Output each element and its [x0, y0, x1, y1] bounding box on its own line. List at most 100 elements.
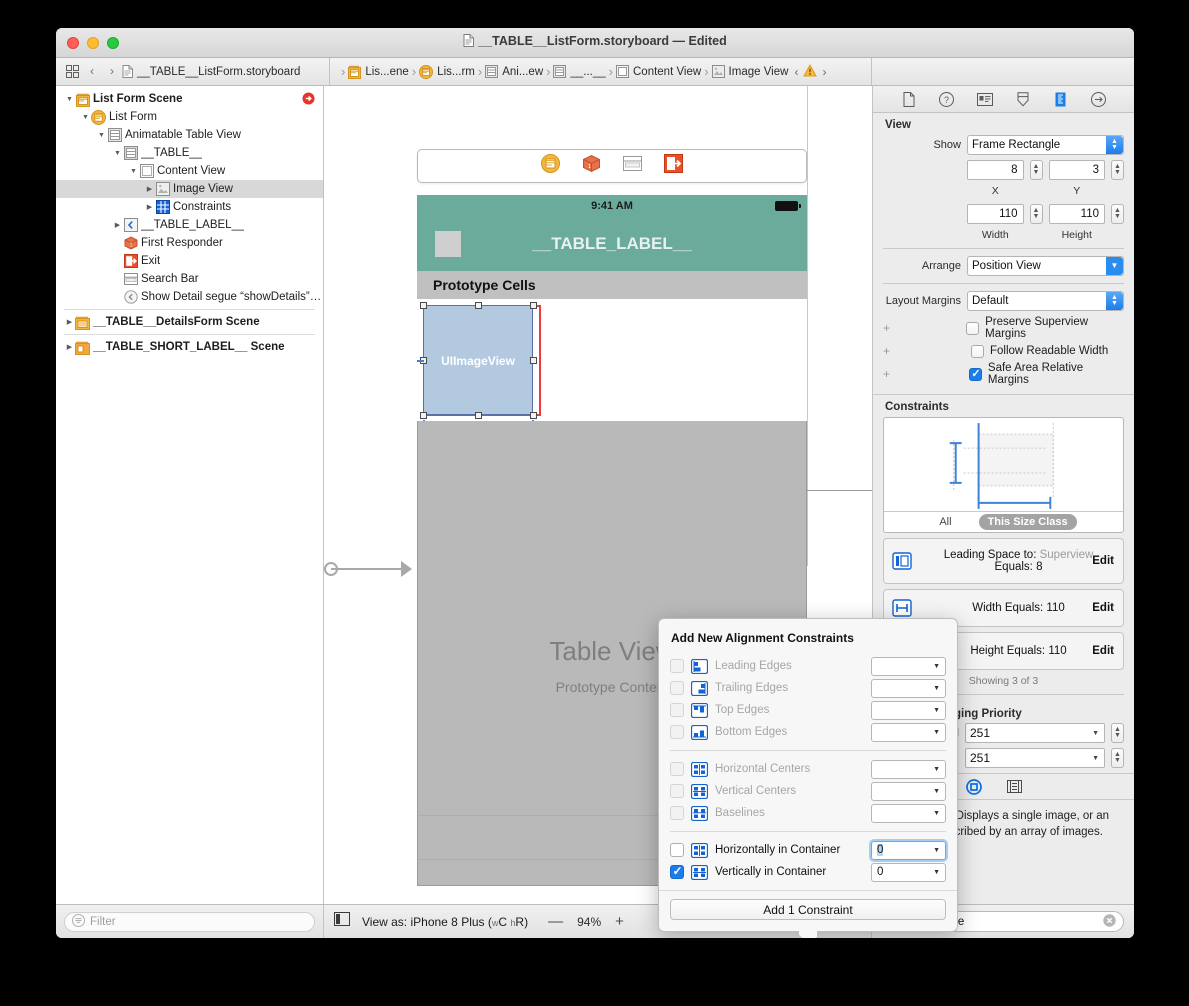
disclosure-triangle-right-icon[interactable]: ▶	[144, 203, 155, 211]
layout-margins-popup-button[interactable]: Default ▲ ▼	[967, 291, 1124, 311]
disclosure-triangle-down-icon[interactable]: ▼	[112, 150, 123, 157]
popover-row-horizontal-centers[interactable]: Horizontal Centers ▼	[659, 758, 957, 780]
horizontally-in-container-checkbox[interactable]	[670, 843, 684, 857]
breadcrumb-item-3[interactable]: Ani...ew	[485, 65, 543, 78]
popover-row-top-edges[interactable]: Top Edges ▼	[659, 699, 957, 721]
resize-handle-tr[interactable]	[530, 302, 537, 309]
toggle-outline-button[interactable]	[334, 912, 350, 931]
width-stepper[interactable]: ▲ ▼	[1029, 204, 1043, 224]
resize-handle-tl[interactable]	[420, 302, 427, 309]
exit-icon[interactable]	[664, 154, 683, 178]
file-inspector-icon[interactable]	[900, 90, 918, 108]
search-bar-icon[interactable]	[623, 155, 642, 177]
hugging-horizontal-stepper[interactable]: ▲ ▼	[1111, 723, 1124, 743]
disclosure-triangle-down-icon[interactable]: ▼	[80, 114, 91, 121]
back-button[interactable]: ‹	[82, 63, 102, 81]
disclosure-triangle-right-icon[interactable]: ▶	[64, 343, 75, 351]
edit-constraint-button[interactable]: Edit	[1092, 602, 1114, 614]
safe-area-relative-margins-checkbox[interactable]	[968, 367, 982, 381]
add-variation-icon[interactable]: +	[883, 367, 895, 381]
edit-constraint-button[interactable]: Edit	[1092, 555, 1114, 567]
resize-handle-mr[interactable]	[530, 357, 537, 364]
width-field[interactable]: 110	[967, 204, 1024, 224]
arrange-popup-button[interactable]: Position View ▼	[967, 256, 1124, 276]
prototype-cell[interactable]: UIImageView	[417, 299, 807, 421]
popover-row-vertically-in-container[interactable]: Vertically in Container 0 ▼	[659, 861, 957, 883]
clear-icon[interactable]	[1103, 913, 1116, 930]
constraints-diagram[interactable]	[884, 418, 1123, 511]
popover-row-bottom-edges[interactable]: Bottom Edges ▼	[659, 721, 957, 743]
outline-row-content-view[interactable]: ▼ Content View	[56, 162, 323, 180]
constraints-tab-this-size-class[interactable]: This Size Class	[978, 514, 1077, 530]
view-as-control[interactable]: View as: iPhone 8 Plus (wC hR)	[362, 915, 528, 929]
hugging-vertical-stepper[interactable]: ▲ ▼	[1111, 748, 1124, 768]
top-edges-value[interactable]: ▼	[871, 700, 946, 720]
navigator-grid-icon[interactable]	[62, 63, 82, 81]
outline-row-first-responder[interactable]: 1 First Responder	[56, 234, 323, 252]
selected-image-view[interactable]: UIImageView	[423, 305, 533, 415]
nav-bar-left-item[interactable]	[435, 231, 461, 257]
bottom-edges-value[interactable]: ▼	[871, 722, 946, 742]
outline-row-exit[interactable]: Exit	[56, 252, 323, 270]
vertically-in-container-value[interactable]: 0 ▼	[871, 862, 946, 882]
baselines-checkbox[interactable]	[670, 806, 684, 820]
navigation-bar[interactable]: __TABLE_LABEL__	[417, 217, 807, 271]
top-edges-checkbox[interactable]	[670, 703, 684, 717]
warning-triangle-icon[interactable]	[803, 63, 818, 80]
outline-row-table-label[interactable]: ▶ __TABLE_LABEL__	[56, 216, 323, 234]
size-inspector-icon[interactable]	[1052, 90, 1070, 108]
zoom-value[interactable]: 94%	[577, 915, 601, 929]
vertical-centers-checkbox[interactable]	[670, 784, 684, 798]
preserve-superview-margins-checkbox[interactable]	[966, 321, 980, 335]
resize-handle-bm[interactable]	[475, 412, 482, 419]
media-library-icon[interactable]	[1006, 778, 1023, 795]
resize-handle-tm[interactable]	[475, 302, 482, 309]
outline-row-image-view[interactable]: ▶ Image View	[56, 180, 323, 198]
resize-handle-bl[interactable]	[420, 412, 427, 419]
height-stepper[interactable]: ▲ ▼	[1111, 204, 1124, 224]
horizontally-in-container-value[interactable]: 0 ▼	[869, 838, 948, 862]
y-stepper[interactable]: ▲ ▼	[1111, 160, 1124, 180]
bottom-edges-checkbox[interactable]	[670, 725, 684, 739]
edit-constraint-button[interactable]: Edit	[1092, 645, 1114, 657]
popover-row-baselines[interactable]: Baselines ▼	[659, 802, 957, 824]
constraints-tab-all[interactable]: All	[930, 514, 960, 530]
breadcrumb-item-4[interactable]: __...__	[553, 65, 606, 78]
breadcrumb-item-2[interactable]: Lis...rm	[419, 64, 475, 79]
outline-row-list-form-scene[interactable]: ▼ List Form Scene	[56, 90, 323, 108]
trailing-edges-checkbox[interactable]	[670, 681, 684, 695]
outline-row-segue[interactable]: Show Detail segue “showDetails” t...	[56, 288, 323, 306]
identity-inspector-icon[interactable]	[976, 90, 994, 108]
add-variation-icon[interactable]: +	[883, 321, 894, 335]
disclosure-triangle-right-icon[interactable]: ▶	[112, 221, 123, 229]
vertically-in-container-checkbox[interactable]	[670, 864, 684, 879]
forward-button[interactable]: ›	[102, 63, 122, 81]
outline-row-animatable-table-view[interactable]: ▼ Animatable Table View	[56, 126, 323, 144]
breadcrumb-item-5[interactable]: Content View	[616, 65, 701, 78]
add-variation-icon[interactable]: +	[883, 344, 895, 358]
breadcrumb-item-6[interactable]: Image View	[711, 65, 788, 78]
hugging-horizontal-combo[interactable]: 251 ▼	[965, 723, 1105, 743]
connections-inspector-icon[interactable]	[1090, 90, 1108, 108]
horizontal-centers-value[interactable]: ▼	[871, 759, 946, 779]
disclosure-triangle-right-icon[interactable]: ▶	[64, 318, 75, 326]
disclosure-triangle-down-icon[interactable]: ▼	[128, 168, 139, 175]
baselines-value[interactable]: ▼	[871, 803, 946, 823]
hugging-vertical-combo[interactable]: 251 ▼	[965, 748, 1105, 768]
zoom-in-button[interactable]: +	[615, 913, 624, 930]
disclosure-triangle-right-icon[interactable]: ▶	[144, 185, 155, 193]
leading-edges-value[interactable]: ▼	[871, 656, 946, 676]
add-constraint-button[interactable]: Add 1 Constraint	[670, 899, 946, 920]
popover-row-vertical-centers[interactable]: Vertical Centers ▼	[659, 780, 957, 802]
horizontal-centers-checkbox[interactable]	[670, 762, 684, 776]
constraint-row-leading-space[interactable]: Leading Space to: Superview Equals: 8 Ed…	[883, 538, 1124, 584]
follow-readable-width-checkbox[interactable]	[971, 344, 984, 358]
trailing-edges-value[interactable]: ▼	[871, 678, 946, 698]
breadcrumb-item-0[interactable]: __TABLE__ListForm.storyboard	[122, 65, 300, 78]
previous-issue-button[interactable]: ‹	[794, 65, 798, 79]
view-controller-icon[interactable]	[541, 154, 560, 178]
y-field[interactable]: 3	[1048, 160, 1105, 180]
outline-row-search-bar[interactable]: Search Bar	[56, 270, 323, 288]
next-issue-button[interactable]: ›	[822, 65, 826, 79]
popover-row-horizontally-in-container[interactable]: Horizontally in Container 0 ▼	[659, 838, 957, 862]
